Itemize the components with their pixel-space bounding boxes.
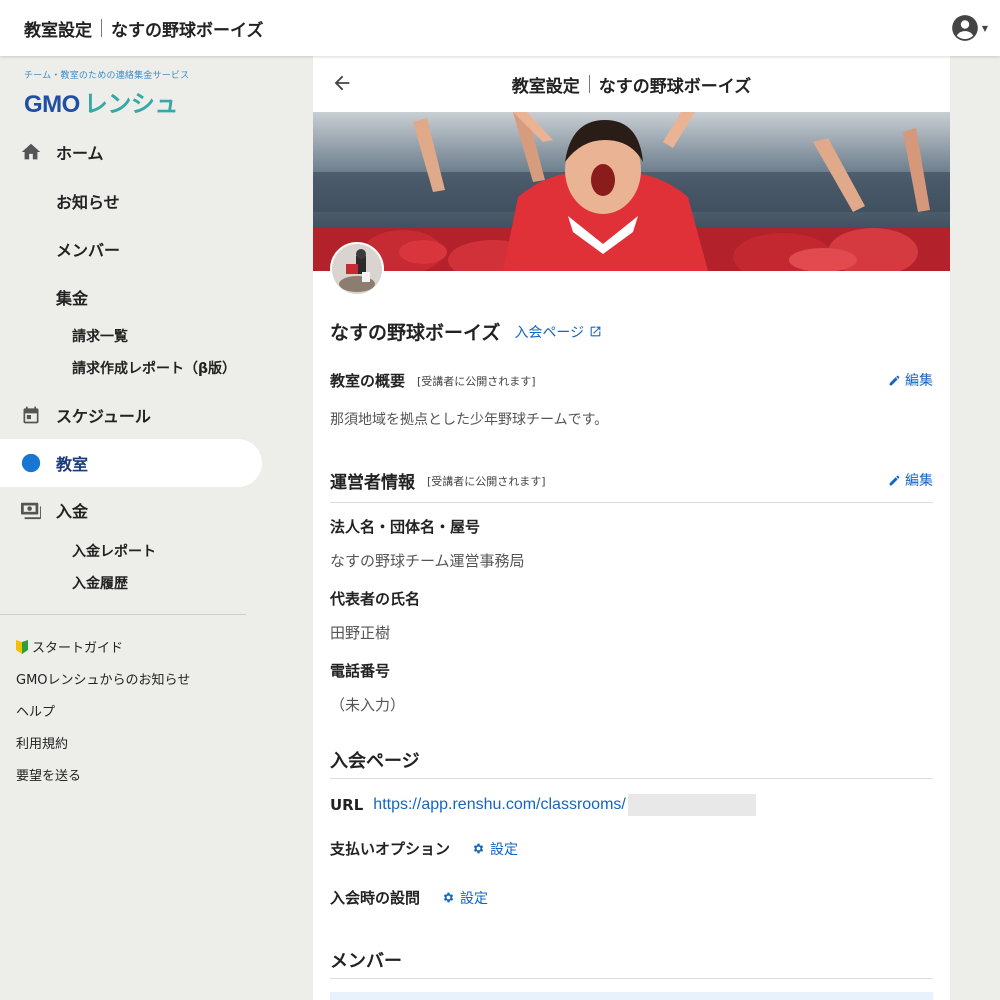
- settings-label: 設定: [460, 890, 489, 907]
- pencil-icon: [889, 475, 900, 485]
- account-menu-button[interactable]: ▼: [951, 14, 988, 42]
- join-question-settings-button[interactable]: 設定: [442, 888, 488, 908]
- start-guide-link[interactable]: スタートガイド: [16, 637, 123, 656]
- app-bar-title-classroom: なすの野球ボーイズ: [111, 20, 264, 41]
- join-page-link[interactable]: 入会ページ: [514, 322, 602, 342]
- join-page-link-label: 入会ページ: [514, 324, 585, 341]
- sidebar-item-home[interactable]: ホーム: [0, 128, 262, 176]
- phone-label: 電話番号: [330, 662, 391, 680]
- start-guide-label: スタートガイド: [32, 641, 124, 656]
- calendar-icon: [20, 404, 42, 426]
- overview-section-title: 教室の概要 [受講者に公開されます]: [330, 370, 536, 391]
- sidebar-divider: [0, 614, 246, 615]
- back-arrow-icon[interactable]: [331, 72, 353, 98]
- top-app-bar: 教室設定 なすの野球ボーイズ ▼: [0, 0, 1000, 56]
- sidebar-item-label: ホーム: [56, 144, 104, 163]
- payment-option-settings-button[interactable]: 設定: [472, 839, 518, 859]
- org-name-label: 法人名・団体名・屋号: [330, 518, 481, 536]
- sidebar-item-deposit-report[interactable]: 入金レポート: [72, 541, 156, 561]
- operator-title: 運営者情報: [330, 473, 415, 493]
- logo-gmo: GMO: [24, 91, 80, 118]
- operator-edit-button[interactable]: 編集: [888, 470, 933, 490]
- sidebar-item-label: スケジュール: [56, 407, 151, 426]
- logo-brand: GMO レンシュ: [24, 84, 189, 119]
- sidebar-item-notice[interactable]: お知らせ: [56, 189, 120, 213]
- feedback-link[interactable]: 要望を送る: [16, 765, 81, 784]
- edit-label: 編集: [905, 473, 933, 489]
- account-circle-icon: [952, 15, 978, 41]
- panel-title-classroom: なすの野球ボーイズ: [598, 76, 752, 97]
- section-divider: [330, 778, 933, 779]
- representative-label: 代表者の氏名: [330, 590, 421, 608]
- overview-edit-button[interactable]: 編集: [888, 370, 933, 390]
- terms-link[interactable]: 利用規約: [16, 733, 68, 752]
- members-info-box: [330, 992, 933, 1000]
- cover-image: [313, 112, 950, 271]
- sidebar-item-collection[interactable]: 集金: [56, 285, 88, 309]
- sidebar-item-deposit-history[interactable]: 入金履歴: [72, 573, 128, 593]
- join-question-label: 入会時の設問: [330, 889, 421, 907]
- payment-option-row: 支払いオプション 設定: [330, 838, 518, 859]
- title-separator: [101, 19, 102, 37]
- panel-header: 教室設定 なすの野球ボーイズ: [313, 56, 950, 112]
- club-name-heading: なすの野球ボーイズ 入会ページ: [330, 318, 602, 345]
- gear-icon: [473, 843, 484, 854]
- sidebar-item-billing-report[interactable]: 請求作成レポート（β版）: [72, 358, 236, 378]
- org-name-value: なすの野球チーム運営事務局: [330, 552, 525, 570]
- money-icon: [20, 499, 42, 521]
- app-bar-title-section: 教室設定: [24, 20, 92, 41]
- classroom-settings-panel: 教室設定 なすの野球ボーイズ なすの野球ボーイズ 入会ページ 教室の概要 [受講…: [313, 56, 950, 1000]
- section-divider: [330, 502, 933, 503]
- title-separator: [588, 75, 590, 93]
- panel-title: 教室設定 なすの野球ボーイズ: [511, 72, 752, 97]
- edit-label: 編集: [905, 373, 933, 389]
- join-url-link[interactable]: https://app.renshu.com/classrooms/: [373, 796, 626, 814]
- join-url-row: URL https://app.renshu.com/classrooms/: [330, 794, 756, 816]
- representative-value: 田野正樹: [330, 624, 391, 642]
- sidebar-item-classroom[interactable]: 教室: [0, 439, 262, 487]
- chevron-down-icon: ▼: [981, 23, 988, 33]
- public-note: [受講者に公開されます]: [427, 474, 546, 488]
- gmo-renshu-logo[interactable]: チーム・教室のための連絡集金サービス GMO レンシュ: [24, 68, 189, 119]
- help-link[interactable]: ヘルプ: [16, 701, 55, 720]
- members-section-title: メンバー: [330, 951, 402, 972]
- public-note: [受講者に公開されます]: [417, 374, 536, 388]
- sidebar-item-deposit[interactable]: 入金: [0, 486, 262, 534]
- gear-icon: [443, 892, 454, 903]
- overview-description: 那須地域を拠点とした少年野球チームです。: [330, 412, 609, 428]
- sidebar-item-billing-list[interactable]: 請求一覧: [72, 326, 128, 346]
- logo-renshu: レンシュ: [83, 91, 179, 118]
- sidebar-item-label: 教室: [56, 455, 89, 474]
- phone-value: （未入力）: [330, 696, 406, 714]
- gmo-notice-link[interactable]: GMOレンシュからのお知らせ: [16, 669, 190, 688]
- overview-title: 教室の概要: [330, 372, 406, 390]
- pencil-icon: [889, 375, 900, 385]
- section-divider: [330, 978, 933, 979]
- join-page-section-title: 入会ページ: [330, 751, 420, 772]
- url-redacted-block: [627, 794, 756, 816]
- sidebar-item-label: 入金: [56, 502, 89, 521]
- classroom-avatar: [330, 242, 384, 296]
- app-bar-title: 教室設定 なすの野球ボーイズ: [24, 16, 264, 41]
- open-in-new-icon: [590, 326, 601, 337]
- sidebar-item-schedule[interactable]: スケジュール: [0, 391, 262, 439]
- payment-option-label: 支払いオプション: [330, 840, 451, 858]
- panel-title-section: 教室設定: [511, 76, 580, 97]
- beginner-mark-icon: [16, 639, 28, 654]
- classroom-circle-icon: [20, 452, 42, 474]
- logo-tagline: チーム・教室のための連絡集金サービス: [24, 71, 190, 81]
- settings-label: 設定: [490, 841, 519, 858]
- club-name: なすの野球ボーイズ: [330, 322, 501, 344]
- home-icon: [20, 141, 42, 163]
- join-question-row: 入会時の設問 設定: [330, 887, 488, 908]
- url-label: URL: [330, 796, 364, 814]
- sidebar: チーム・教室のための連絡集金サービス GMO レンシュ ホーム お知らせ メンバー…: [0, 56, 262, 1000]
- operator-section-title: 運営者情報 [受講者に公開されます]: [330, 468, 546, 493]
- sidebar-item-members[interactable]: メンバー: [56, 237, 120, 261]
